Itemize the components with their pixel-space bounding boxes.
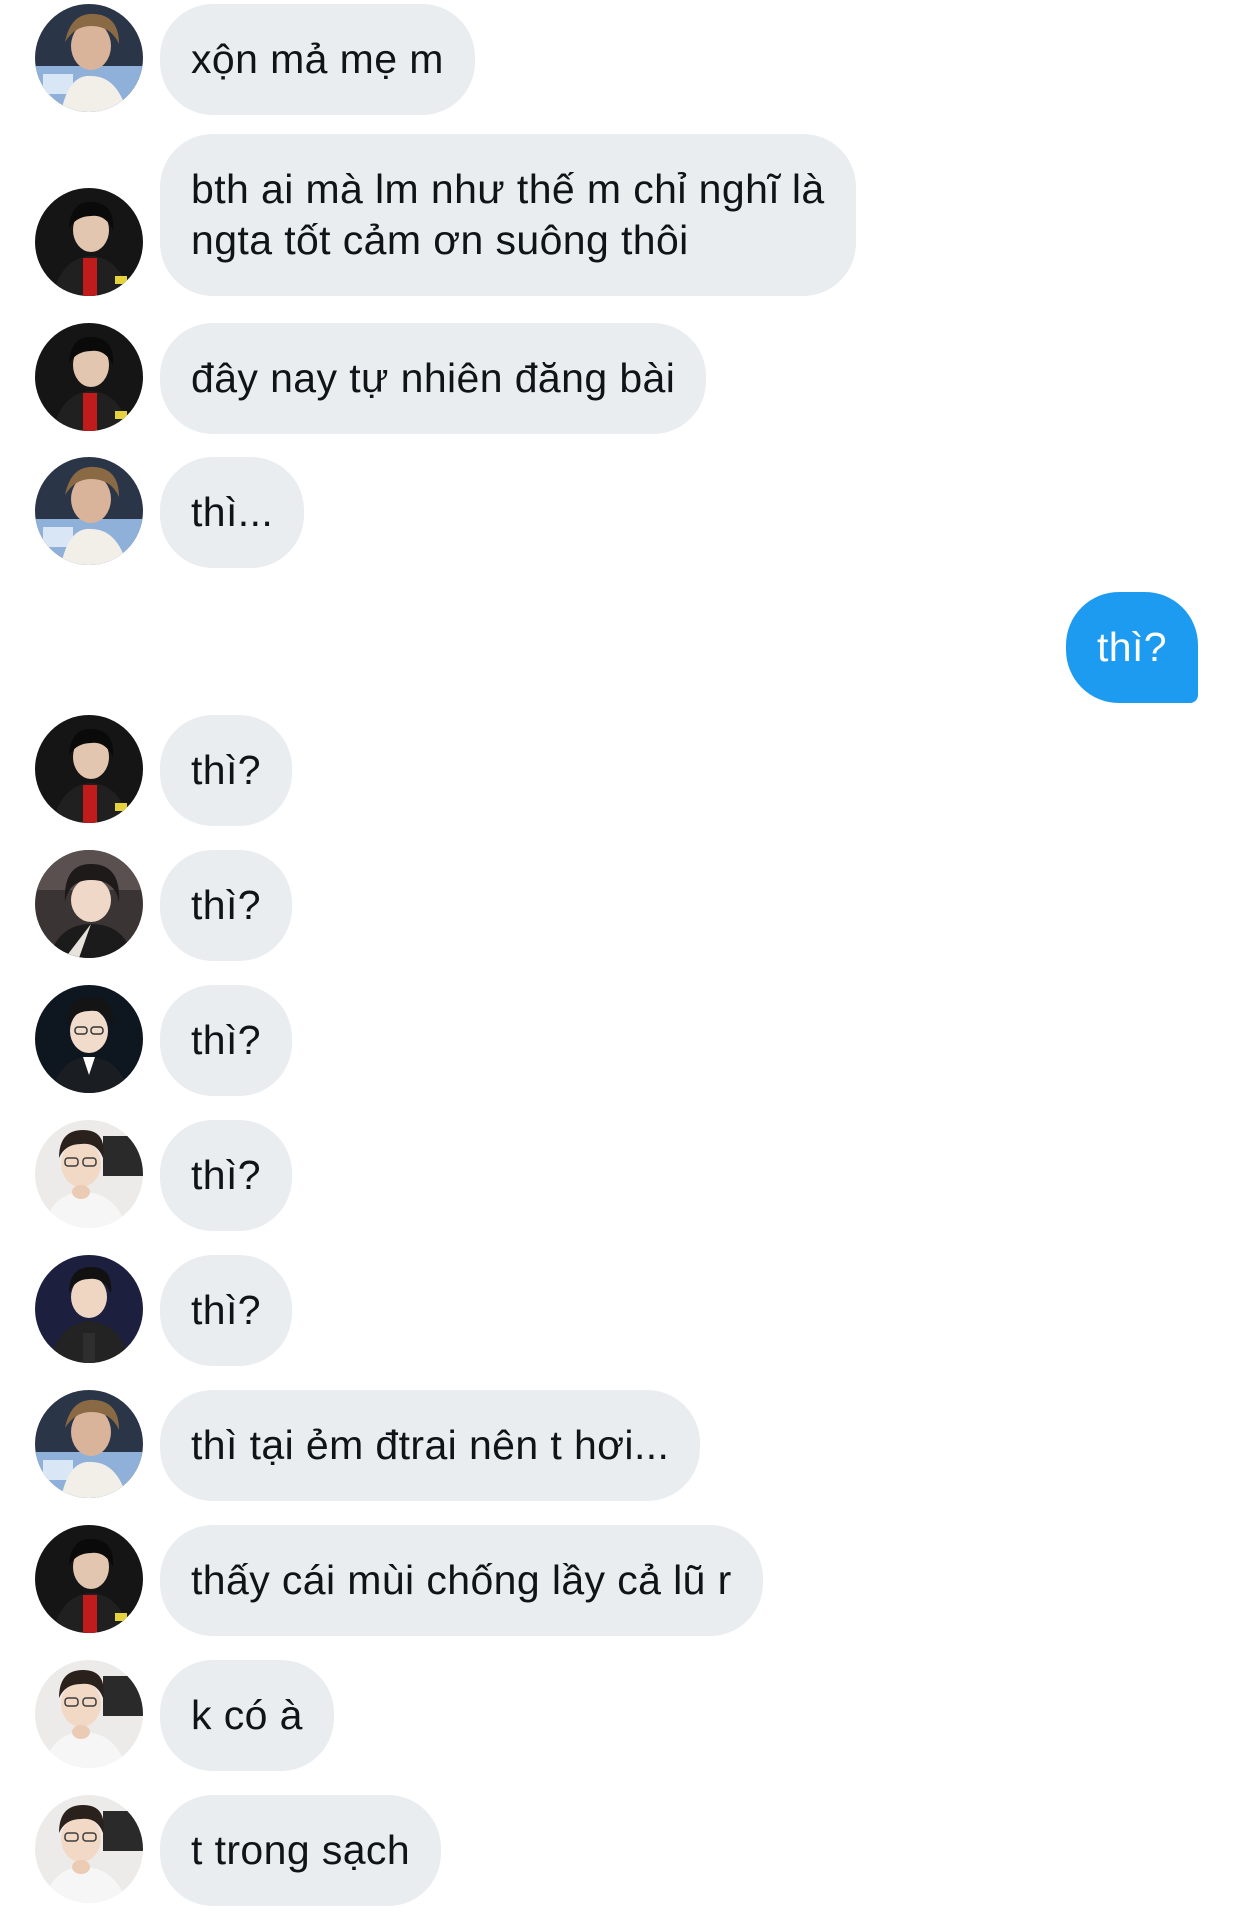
avatar-photo-user-b xyxy=(35,188,143,296)
avatar-photo-user-b xyxy=(35,323,143,431)
avatar[interactable] xyxy=(35,457,143,565)
message-bubble-outgoing[interactable]: thì? xyxy=(1066,592,1198,703)
message-bubble[interactable]: thì? xyxy=(160,715,292,826)
avatar-photo-user-e xyxy=(35,1120,143,1228)
avatar[interactable] xyxy=(35,4,143,112)
message-bubble[interactable]: thấy cái mùi chống lầy cả lũ r xyxy=(160,1525,763,1636)
avatar-photo-user-e xyxy=(35,1660,143,1768)
avatar[interactable] xyxy=(35,985,143,1093)
message-bubble[interactable]: thì? xyxy=(160,985,292,1096)
avatar-photo-user-f xyxy=(35,1255,143,1363)
avatar-photo-user-b xyxy=(35,715,143,823)
message-bubble[interactable]: t trong sạch xyxy=(160,1795,442,1906)
avatar[interactable] xyxy=(35,1390,143,1498)
avatar-photo-user-e xyxy=(35,1795,143,1903)
avatar[interactable] xyxy=(35,188,143,296)
message-bubble[interactable]: thì? xyxy=(160,1255,292,1366)
avatar[interactable] xyxy=(35,323,143,431)
avatar-photo-user-a xyxy=(35,1390,143,1498)
message-bubble[interactable]: đây nay tự nhiên đăng bài xyxy=(160,323,707,434)
avatar[interactable] xyxy=(35,1660,143,1768)
avatar-photo-user-a xyxy=(35,457,143,565)
avatar[interactable] xyxy=(35,850,143,958)
message-thread: xộn mả mẹ m bth ai mà lm như thế m chỉ n… xyxy=(0,0,1242,1919)
avatar-photo-user-a xyxy=(35,4,143,112)
message-bubble[interactable]: k có à xyxy=(160,1660,334,1771)
avatar[interactable] xyxy=(35,715,143,823)
avatar[interactable] xyxy=(35,1525,143,1633)
message-bubble[interactable]: bth ai mà lm như thế m chỉ nghĩ là ngta … xyxy=(160,134,856,296)
message-bubble[interactable]: thì tại ẻm đtrai nên t hơi... xyxy=(160,1390,701,1501)
avatar[interactable] xyxy=(35,1255,143,1363)
message-bubble[interactable]: thì... xyxy=(160,457,305,568)
message-bubble[interactable]: thì? xyxy=(160,1120,292,1231)
avatar[interactable] xyxy=(35,1795,143,1903)
avatar-photo-user-b xyxy=(35,1525,143,1633)
avatar[interactable] xyxy=(35,1120,143,1228)
message-bubble[interactable]: thì? xyxy=(160,850,292,961)
avatar-photo-user-c xyxy=(35,850,143,958)
avatar-photo-user-d xyxy=(35,985,143,1093)
message-bubble[interactable]: xộn mả mẹ m xyxy=(160,4,475,115)
